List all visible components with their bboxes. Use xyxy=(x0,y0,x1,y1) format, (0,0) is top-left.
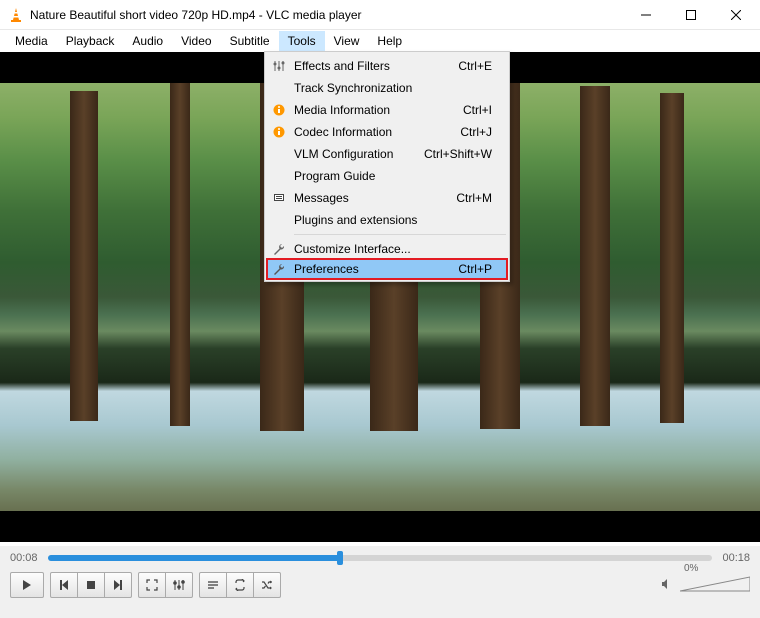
next-button[interactable] xyxy=(104,572,132,598)
seek-fill xyxy=(48,555,341,561)
info-icon xyxy=(268,104,290,116)
seek-slider[interactable] xyxy=(48,555,713,561)
menu-item-label: Customize Interface... xyxy=(290,242,492,256)
menu-program-guide[interactable]: Program Guide xyxy=(268,165,506,187)
messages-icon xyxy=(268,192,290,204)
close-button[interactable] xyxy=(713,1,758,29)
menu-item-shortcut: Ctrl+P xyxy=(458,262,506,276)
menu-item-shortcut: Ctrl+I xyxy=(463,103,506,117)
wrench-icon xyxy=(268,263,290,275)
menu-item-shortcut: Ctrl+J xyxy=(460,125,506,139)
volume-area: 0% xyxy=(660,575,750,595)
fullscreen-button[interactable] xyxy=(138,572,166,598)
menu-item-label: Preferences xyxy=(290,262,458,276)
menu-item-label: Codec Information xyxy=(290,125,460,139)
menu-video[interactable]: Video xyxy=(172,31,220,51)
vlc-cone-icon xyxy=(8,7,24,23)
minimize-button[interactable] xyxy=(623,1,668,29)
menu-item-label: Plugins and extensions xyxy=(290,213,492,227)
total-time[interactable]: 00:18 xyxy=(722,552,750,564)
tools-dropdown: Effects and Filters Ctrl+E Track Synchro… xyxy=(264,51,510,282)
menu-codec-info[interactable]: Codec Information Ctrl+J xyxy=(268,121,506,143)
menu-plugins[interactable]: Plugins and extensions xyxy=(268,209,506,231)
menu-vlm-config[interactable]: VLM Configuration Ctrl+Shift+W xyxy=(268,143,506,165)
menu-item-label: Effects and Filters xyxy=(290,59,458,73)
menu-effects-filters[interactable]: Effects and Filters Ctrl+E xyxy=(268,55,506,77)
menu-item-label: Messages xyxy=(290,191,456,205)
menu-media[interactable]: Media xyxy=(6,31,57,51)
menu-item-label: VLM Configuration xyxy=(290,147,424,161)
random-button[interactable] xyxy=(253,572,281,598)
menu-item-label: Media Information xyxy=(290,103,463,117)
menu-item-shortcut: Ctrl+M xyxy=(456,191,506,205)
menu-item-shortcut: Ctrl+Shift+W xyxy=(424,147,506,161)
play-button[interactable] xyxy=(10,572,44,598)
info-icon xyxy=(268,126,290,138)
menu-messages[interactable]: Messages Ctrl+M xyxy=(268,187,506,209)
wrench-icon xyxy=(268,243,290,255)
menu-tools[interactable]: Tools xyxy=(279,31,325,51)
menu-item-label: Track Synchronization xyxy=(290,81,492,95)
seek-thumb[interactable] xyxy=(337,551,343,565)
ext-settings-button[interactable] xyxy=(165,572,193,598)
menu-preferences[interactable]: Preferences Ctrl+P xyxy=(266,258,508,280)
menu-item-shortcut: Ctrl+E xyxy=(458,59,506,73)
window-title: Nature Beautiful short video 720p HD.mp4… xyxy=(30,8,623,22)
sliders-icon xyxy=(268,60,290,72)
menu-subtitle[interactable]: Subtitle xyxy=(221,31,279,51)
menubar: Media Playback Audio Video Subtitle Tool… xyxy=(0,30,760,52)
menu-help[interactable]: Help xyxy=(368,31,411,51)
bottom-controls: 00:08 00:18 0% xyxy=(0,546,760,618)
stop-button[interactable] xyxy=(77,572,105,598)
menu-view[interactable]: View xyxy=(325,31,369,51)
menu-customize-interface[interactable]: Customize Interface... xyxy=(268,238,506,260)
volume-label: 0% xyxy=(684,563,698,574)
prev-button[interactable] xyxy=(50,572,78,598)
window-controls xyxy=(623,1,758,29)
loop-button[interactable] xyxy=(226,572,254,598)
menu-media-info[interactable]: Media Information Ctrl+I xyxy=(268,99,506,121)
playlist-button[interactable] xyxy=(199,572,227,598)
speaker-icon[interactable] xyxy=(660,577,674,594)
volume-slider[interactable] xyxy=(680,575,750,595)
menu-playback[interactable]: Playback xyxy=(57,31,124,51)
menu-separator xyxy=(294,234,506,235)
titlebar: Nature Beautiful short video 720p HD.mp4… xyxy=(0,0,760,30)
maximize-button[interactable] xyxy=(668,1,713,29)
menu-track-sync[interactable]: Track Synchronization xyxy=(268,77,506,99)
menu-item-label: Program Guide xyxy=(290,169,492,183)
current-time[interactable]: 00:08 xyxy=(10,552,38,564)
menu-audio[interactable]: Audio xyxy=(123,31,172,51)
